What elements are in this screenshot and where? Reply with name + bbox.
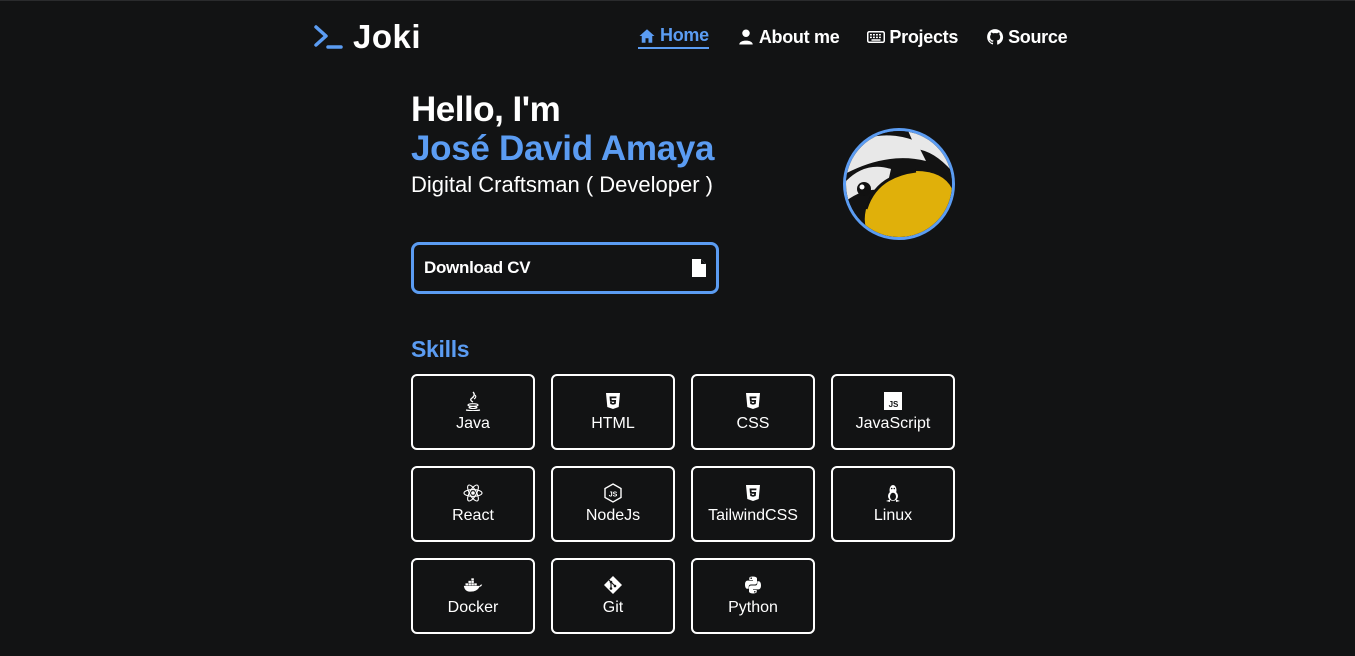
nav-home[interactable]: Home xyxy=(638,25,709,49)
skill-label: HTML xyxy=(591,415,635,432)
skill-card-git: Git xyxy=(551,558,675,634)
nav-source-label: Source xyxy=(1008,26,1068,47)
penguin-avatar-image xyxy=(846,131,952,237)
keyboard-icon xyxy=(867,31,886,43)
skills-grid: Java HTML CSS JS JavaScript React JS Nod… xyxy=(411,374,955,634)
download-cv-label: Download CV xyxy=(424,258,531,277)
skill-card-docker: Docker xyxy=(411,558,535,634)
nav-about[interactable]: About me xyxy=(737,25,840,49)
javascript-icon: JS xyxy=(883,391,903,411)
react-icon xyxy=(463,483,483,503)
skill-label: NodeJs xyxy=(585,507,641,524)
html5-icon xyxy=(603,391,623,411)
owner-role: Digital Craftsman ( Developer ) xyxy=(411,172,713,197)
github-icon xyxy=(987,29,1004,45)
nav-projects-label: Projects xyxy=(889,26,959,47)
user-icon xyxy=(739,29,753,45)
main-nav: Home About me Projects Source xyxy=(638,25,1068,49)
skill-card-react: React xyxy=(411,466,535,542)
skill-label: Docker xyxy=(447,599,499,616)
skill-label: TailwindCSS xyxy=(708,507,798,524)
skills-title: Skills xyxy=(411,336,470,362)
site-logo[interactable]: Joki xyxy=(313,18,421,56)
nodejs-icon: JS xyxy=(603,483,623,503)
nav-home-label: Home xyxy=(660,25,709,45)
docker-icon xyxy=(463,575,483,595)
avatar xyxy=(843,128,955,240)
terminal-prompt-icon xyxy=(314,25,343,49)
nav-projects[interactable]: Projects xyxy=(867,25,958,49)
page: Joki Home About me Projects Source Hello… xyxy=(0,0,1355,656)
css3-icon xyxy=(743,483,763,503)
skill-card-javascript: JS JavaScript xyxy=(831,374,955,450)
skill-card-java: Java xyxy=(411,374,535,450)
skill-card-html: HTML xyxy=(551,374,675,450)
svg-text:JS: JS xyxy=(889,400,899,409)
skill-card-python: Python xyxy=(691,558,815,634)
nav-about-label: About me xyxy=(758,26,840,47)
git-icon xyxy=(603,575,623,595)
skill-card-tailwindcss: TailwindCSS xyxy=(691,466,815,542)
download-cv-button[interactable]: Download CV xyxy=(411,242,719,294)
nav-source[interactable]: Source xyxy=(986,25,1068,49)
home-icon xyxy=(639,28,655,43)
skill-card-css: CSS xyxy=(691,374,815,450)
logo-text: Joki xyxy=(353,18,422,55)
greeting: Hello, I'm xyxy=(411,90,561,129)
python-icon xyxy=(743,575,763,595)
skill-label: CSS xyxy=(736,415,770,432)
skill-label: Python xyxy=(728,599,778,616)
file-icon xyxy=(692,259,706,277)
svg-text:JS: JS xyxy=(609,492,618,499)
skill-label: Java xyxy=(456,415,490,432)
skill-label: React xyxy=(452,507,494,524)
skill-card-nodejs: JS NodeJs xyxy=(551,466,675,542)
linux-icon xyxy=(883,483,903,503)
owner-name: José David Amaya xyxy=(411,129,715,168)
java-icon xyxy=(463,391,483,411)
skill-card-linux: Linux xyxy=(831,466,955,542)
skill-label: JavaScript xyxy=(855,415,931,432)
skill-label: Linux xyxy=(873,507,913,524)
css3-icon xyxy=(743,391,763,411)
skill-label: Git xyxy=(602,599,624,616)
